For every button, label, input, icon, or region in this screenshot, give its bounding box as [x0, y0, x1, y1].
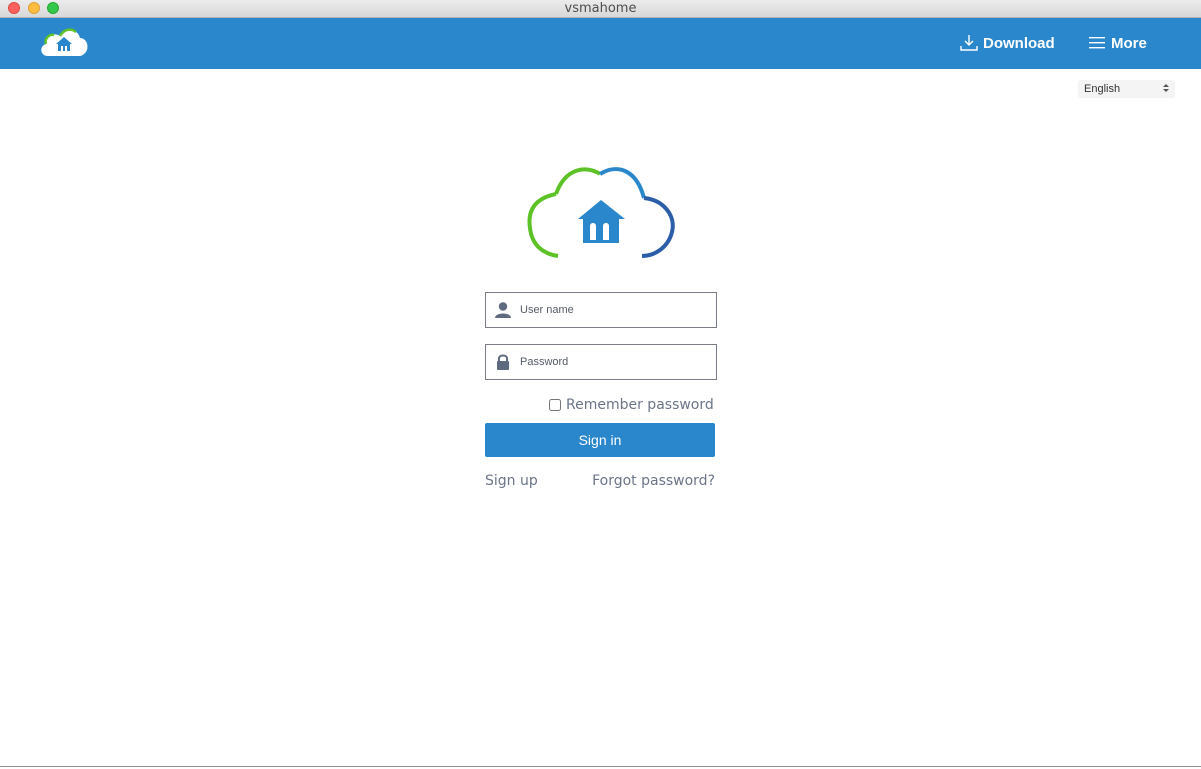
window-title: vsmahome	[564, 1, 637, 16]
hamburger-menu-icon	[1089, 37, 1105, 49]
more-label: More	[1111, 34, 1147, 52]
select-arrows-icon	[1163, 84, 1169, 92]
app-header: Download More	[0, 18, 1201, 69]
sign-in-button[interactable]: Sign in	[485, 423, 715, 457]
cloud-home-logo-icon[interactable]	[38, 26, 90, 60]
forgot-password-link[interactable]: Forgot password?	[592, 473, 715, 489]
window-titlebar: vsmahome	[0, 0, 1201, 18]
password-input[interactable]	[520, 345, 710, 379]
window-bottom-border	[0, 766, 1201, 767]
language-select[interactable]: English	[1078, 80, 1175, 98]
remember-password-checkbox[interactable]	[549, 399, 561, 411]
username-field[interactable]	[485, 292, 717, 328]
remember-password-label: Remember password	[566, 397, 714, 413]
lock-icon	[497, 354, 509, 370]
language-selected-value: English	[1084, 83, 1121, 95]
download-label: Download	[983, 34, 1055, 52]
cloud-home-logo-large-icon	[527, 167, 675, 258]
sign-up-link[interactable]: Sign up	[485, 473, 538, 489]
download-button[interactable]: Download	[960, 33, 1055, 53]
download-icon	[960, 35, 978, 51]
user-icon	[495, 302, 511, 318]
username-input[interactable]	[520, 293, 710, 327]
more-menu-button[interactable]: More	[1089, 33, 1147, 53]
password-field[interactable]	[485, 344, 717, 380]
remember-password[interactable]: Remember password	[549, 396, 714, 414]
